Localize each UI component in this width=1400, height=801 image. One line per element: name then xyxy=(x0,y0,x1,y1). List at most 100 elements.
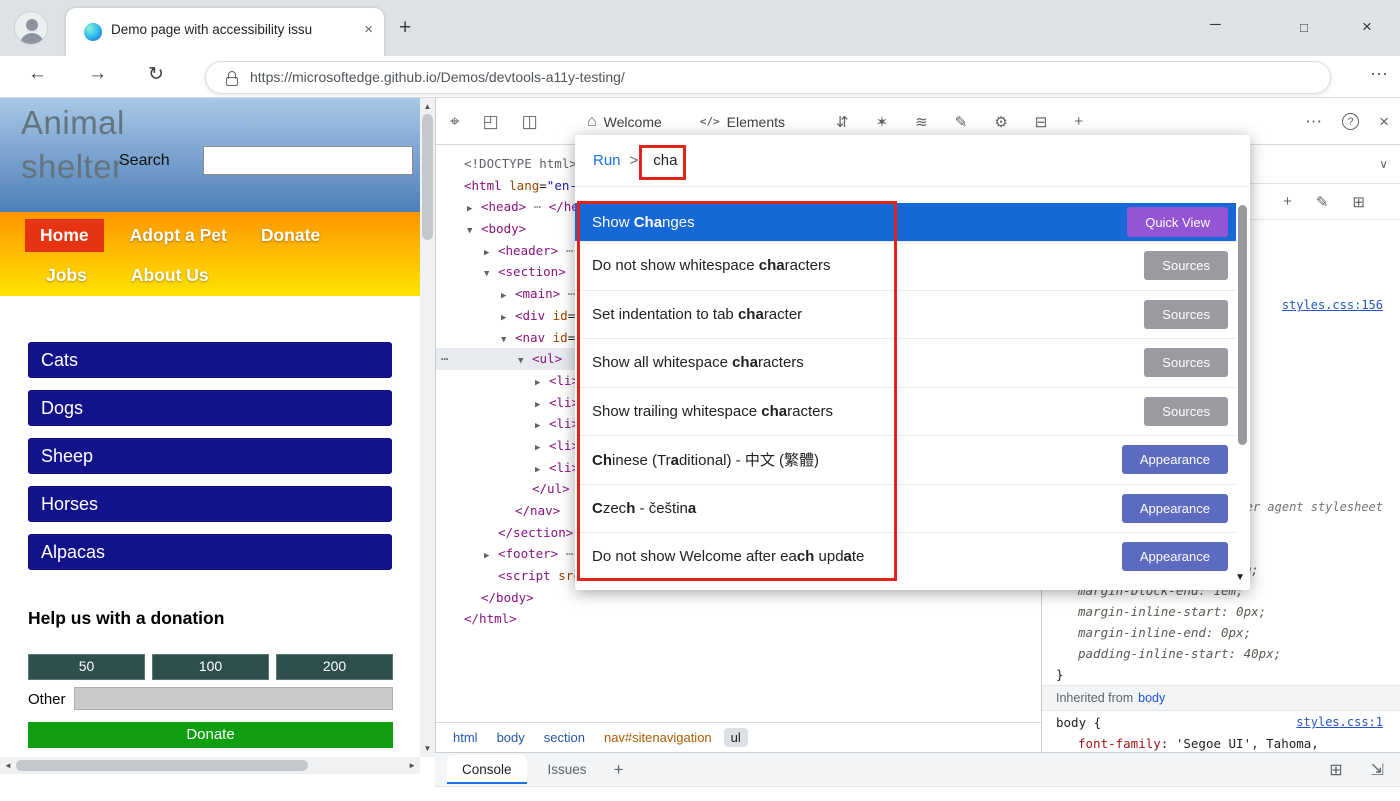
stylesheet-link[interactable]: styles.css:156 xyxy=(1282,298,1383,312)
command-item-label: Show Changes xyxy=(592,214,1127,231)
tab-title: Demo page with accessibility issu xyxy=(111,22,355,42)
add-tab-icon[interactable]: + xyxy=(1074,113,1083,130)
help-icon[interactable]: ? xyxy=(1342,113,1359,130)
window-minimize-button[interactable]: ─ xyxy=(1210,16,1221,33)
scroll-down-icon[interactable]: ▼ xyxy=(420,744,435,753)
donation-amount-button[interactable]: 200 xyxy=(276,654,393,680)
console-sidebar-icon[interactable]: ⊞ xyxy=(1329,760,1342,780)
network-conditions-icon[interactable]: ≋ xyxy=(915,113,928,131)
add-drawer-tab-icon[interactable]: + xyxy=(614,760,624,780)
nav-link-donate[interactable]: Donate xyxy=(253,219,328,252)
settings-gear-icon[interactable]: ⚙ xyxy=(994,113,1007,131)
tab-elements-label: Elements xyxy=(727,114,785,130)
animal-link-horses[interactable]: Horses xyxy=(28,486,392,522)
body-rule-header: body { styles.css:1 xyxy=(1042,711,1400,733)
scroll-down-icon[interactable]: ▼ xyxy=(1235,572,1245,583)
chevron-down-icon[interactable]: ∨ xyxy=(1379,157,1388,171)
close-devtools-icon[interactable]: × xyxy=(1379,112,1389,132)
label-segment: Show xyxy=(592,214,634,231)
label-segment: Do not show whitespace xyxy=(592,257,759,274)
nav-link-about-us[interactable]: About Us xyxy=(123,259,217,292)
scroll-right-icon[interactable]: ► xyxy=(408,761,416,770)
donation-amounts: 50 100 200 xyxy=(28,654,393,680)
scroll-up-icon[interactable]: ▲ xyxy=(420,102,435,111)
new-tab-button[interactable]: + xyxy=(399,16,411,40)
new-style-rule-icon[interactable]: + xyxy=(1283,193,1292,210)
refresh-button[interactable]: ↻ xyxy=(148,63,164,86)
address-bar[interactable]: https://microsoftedge.github.io/Demos/de… xyxy=(205,61,1331,94)
profile-avatar[interactable] xyxy=(14,11,48,45)
inherited-element-link[interactable]: body xyxy=(1138,691,1165,705)
css-declaration: font-family: 'Segoe UI', Tahoma, xyxy=(1042,733,1400,752)
expand-quickview-icon[interactable]: ⇲ xyxy=(1371,760,1384,780)
nav-link-jobs[interactable]: Jobs xyxy=(38,259,95,292)
command-mode-label: Run xyxy=(593,152,621,169)
command-item[interactable]: Show ChangesQuick View xyxy=(575,203,1236,241)
dom-token: <section> xyxy=(498,264,566,279)
drawer-tab-issues[interactable]: Issues xyxy=(533,755,602,784)
command-item-label: Chinese (Traditional) - 中文 (繁體) xyxy=(592,449,1122,470)
page-horizontal-scrollbar[interactable]: ◄ ► xyxy=(0,757,420,774)
search-input[interactable] xyxy=(203,146,413,175)
network-icon[interactable]: ⇵ xyxy=(836,113,849,131)
label-segment: Set indentation to tab xyxy=(592,306,738,323)
donate-button[interactable]: Donate xyxy=(28,722,393,748)
forward-button[interactable]: → xyxy=(88,63,107,85)
dom-token: <script xyxy=(498,568,558,583)
command-item[interactable]: Show trailing whitespace charactersSourc… xyxy=(575,387,1236,436)
changes-pen-icon[interactable]: ✎ xyxy=(955,113,968,131)
node-menu-icon[interactable]: ⋯ xyxy=(441,348,449,370)
scrollbar-thumb[interactable] xyxy=(16,760,308,771)
css-declaration: margin-inline-end: 0px; xyxy=(1042,622,1400,643)
browser-more-icon[interactable]: ⋯ xyxy=(1370,64,1388,85)
animal-link-sheep[interactable]: Sheep xyxy=(28,438,392,474)
css-property: font-family xyxy=(1078,736,1161,751)
breadcrumb-item-ul[interactable]: ul xyxy=(724,728,748,747)
stylesheet-link[interactable]: styles.css:1 xyxy=(1296,715,1383,729)
breadcrumb-item-section[interactable]: section xyxy=(537,728,592,747)
tab-close-icon[interactable]: × xyxy=(364,21,373,38)
command-item[interactable]: Set indentation to tab characterSources xyxy=(575,290,1236,339)
breadcrumb-item-body[interactable]: body xyxy=(490,728,532,747)
device-emulation-icon[interactable]: ◰ xyxy=(483,112,499,132)
element-states-icon[interactable]: ✎ xyxy=(1316,193,1329,211)
scroll-left-icon[interactable]: ◄ xyxy=(4,761,12,770)
computed-sidebar-icon[interactable]: ⊞ xyxy=(1352,193,1365,211)
layout-panel-icon[interactable]: ⊟ xyxy=(1035,113,1048,131)
dom-token: <header> xyxy=(498,243,558,258)
window-maximize-button[interactable]: □ xyxy=(1300,20,1308,35)
command-item[interactable]: Show all whitespace charactersSources xyxy=(575,338,1236,387)
breadcrumb-item-html[interactable]: html xyxy=(446,728,485,747)
dom-tree-line[interactable]: </body> xyxy=(436,587,1041,609)
other-amount-input[interactable] xyxy=(74,687,393,710)
donation-amount-button[interactable]: 100 xyxy=(152,654,269,680)
more-options-icon[interactable]: ⋯ xyxy=(1305,112,1322,132)
nav-link-home[interactable]: Home xyxy=(25,219,104,252)
nav-link-adopt-a-pet[interactable]: Adopt a Pet xyxy=(122,219,235,252)
command-item[interactable]: Czech - češtinaAppearance xyxy=(575,484,1236,533)
window-close-button[interactable]: × xyxy=(1362,17,1372,37)
command-item[interactable]: Do not show whitespace charactersSources xyxy=(575,241,1236,290)
issues-bug-icon[interactable]: ✶ xyxy=(876,113,889,131)
animal-link-dogs[interactable]: Dogs xyxy=(28,390,392,426)
back-button[interactable]: ← xyxy=(28,63,47,85)
browser-tab[interactable]: Demo page with accessibility issu × xyxy=(66,8,384,56)
donation-amount-button[interactable]: 50 xyxy=(28,654,145,680)
page-nav-row-2: Jobs About Us xyxy=(38,259,217,292)
dom-tree-line[interactable]: </html> xyxy=(436,608,1041,630)
drawer-tab-console[interactable]: Console xyxy=(447,755,527,784)
inspect-icon[interactable]: ⌖ xyxy=(450,112,460,132)
category-badge: Sources xyxy=(1144,397,1228,426)
animal-link-alpacas[interactable]: Alpacas xyxy=(28,534,392,570)
page-vertical-scrollbar[interactable]: ▲ ▼ xyxy=(420,98,435,757)
dock-side-icon[interactable]: ◫ xyxy=(522,112,538,132)
animal-link-cats[interactable]: Cats xyxy=(28,342,392,378)
command-item[interactable]: Chinese (Traditional) - 中文 (繁體)Appearanc… xyxy=(575,435,1236,484)
command-input-row[interactable]: Run > cha xyxy=(575,135,1250,187)
page-nav-row-1: Home Adopt a Pet Donate xyxy=(25,219,328,252)
command-scrollbar-thumb[interactable] xyxy=(1238,205,1247,445)
breadcrumb-item-navsitenavigation[interactable]: nav#sitenavigation xyxy=(597,728,719,747)
scrollbar-thumb[interactable] xyxy=(422,114,433,240)
donation-heading: Help us with a donation xyxy=(28,608,224,629)
command-item[interactable]: Do not show Welcome after each updateApp… xyxy=(575,532,1236,581)
